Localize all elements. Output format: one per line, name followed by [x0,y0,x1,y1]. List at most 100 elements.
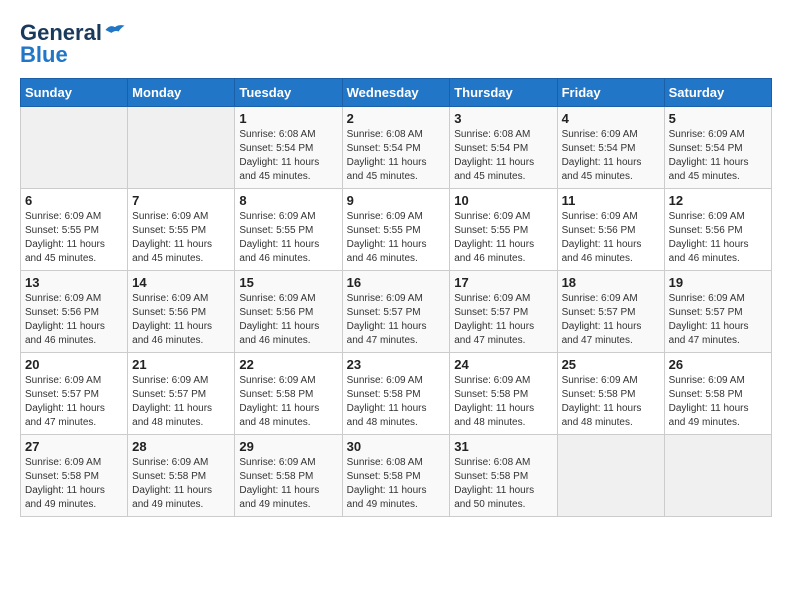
day-number: 7 [132,193,230,208]
day-info-text: Sunset: 5:54 PM [562,142,660,156]
weekday-header-tuesday: Tuesday [235,79,342,107]
day-info-text: Sunrise: 6:09 AM [669,374,767,388]
day-info-text: Sunset: 5:57 PM [132,388,230,402]
calendar-cell: 21Sunrise: 6:09 AMSunset: 5:57 PMDayligh… [128,353,235,435]
day-number: 8 [239,193,337,208]
day-number: 11 [562,193,660,208]
day-info-text: Sunset: 5:56 PM [132,306,230,320]
day-number: 12 [669,193,767,208]
day-number: 10 [454,193,552,208]
day-info-text: Sunset: 5:58 PM [132,470,230,484]
day-info-text: Sunrise: 6:09 AM [25,210,123,224]
day-info-text: Sunset: 5:57 PM [25,388,123,402]
day-number: 21 [132,357,230,372]
calendar-cell: 24Sunrise: 6:09 AMSunset: 5:58 PMDayligh… [450,353,557,435]
calendar-cell: 15Sunrise: 6:09 AMSunset: 5:56 PMDayligh… [235,271,342,353]
day-info-text: Sunset: 5:54 PM [239,142,337,156]
day-number: 17 [454,275,552,290]
calendar-cell: 18Sunrise: 6:09 AMSunset: 5:57 PMDayligh… [557,271,664,353]
day-number: 3 [454,111,552,126]
calendar-cell: 7Sunrise: 6:09 AMSunset: 5:55 PMDaylight… [128,189,235,271]
day-info-text: Sunrise: 6:09 AM [132,374,230,388]
day-info-text: Daylight: 11 hours and 49 minutes. [132,484,230,512]
calendar-cell: 8Sunrise: 6:09 AMSunset: 5:55 PMDaylight… [235,189,342,271]
day-number: 25 [562,357,660,372]
day-info-text: Daylight: 11 hours and 48 minutes. [239,402,337,430]
calendar-cell: 16Sunrise: 6:09 AMSunset: 5:57 PMDayligh… [342,271,450,353]
day-number: 22 [239,357,337,372]
day-info-text: Daylight: 11 hours and 47 minutes. [25,402,123,430]
calendar-week-row: 20Sunrise: 6:09 AMSunset: 5:57 PMDayligh… [21,353,772,435]
weekday-header-wednesday: Wednesday [342,79,450,107]
day-info-text: Sunset: 5:55 PM [454,224,552,238]
calendar-cell: 23Sunrise: 6:09 AMSunset: 5:58 PMDayligh… [342,353,450,435]
day-info-text: Sunset: 5:58 PM [454,388,552,402]
day-info-text: Daylight: 11 hours and 48 minutes. [347,402,446,430]
day-info-text: Sunrise: 6:09 AM [239,292,337,306]
day-info-text: Sunrise: 6:09 AM [347,210,446,224]
day-info-text: Sunset: 5:57 PM [454,306,552,320]
calendar-cell: 19Sunrise: 6:09 AMSunset: 5:57 PMDayligh… [664,271,771,353]
calendar-cell [557,435,664,517]
day-info-text: Sunrise: 6:09 AM [347,292,446,306]
day-info-text: Sunrise: 6:09 AM [669,292,767,306]
calendar-cell: 5Sunrise: 6:09 AMSunset: 5:54 PMDaylight… [664,107,771,189]
day-info-text: Daylight: 11 hours and 49 minutes. [347,484,446,512]
day-info-text: Daylight: 11 hours and 49 minutes. [669,402,767,430]
day-info-text: Sunset: 5:58 PM [347,470,446,484]
calendar-week-row: 27Sunrise: 6:09 AMSunset: 5:58 PMDayligh… [21,435,772,517]
calendar-week-row: 1Sunrise: 6:08 AMSunset: 5:54 PMDaylight… [21,107,772,189]
calendar-cell [664,435,771,517]
day-number: 24 [454,357,552,372]
day-info-text: Sunrise: 6:09 AM [132,456,230,470]
day-info-text: Daylight: 11 hours and 45 minutes. [239,156,337,184]
day-info-text: Sunset: 5:58 PM [25,470,123,484]
calendar-table: SundayMondayTuesdayWednesdayThursdayFrid… [20,78,772,517]
day-info-text: Daylight: 11 hours and 48 minutes. [562,402,660,430]
calendar-cell: 11Sunrise: 6:09 AMSunset: 5:56 PMDayligh… [557,189,664,271]
day-info-text: Daylight: 11 hours and 46 minutes. [347,238,446,266]
day-number: 27 [25,439,123,454]
day-info-text: Sunrise: 6:08 AM [347,456,446,470]
logo: General Blue [20,20,126,68]
day-info-text: Daylight: 11 hours and 46 minutes. [239,320,337,348]
day-info-text: Sunrise: 6:09 AM [347,374,446,388]
day-info-text: Daylight: 11 hours and 49 minutes. [239,484,337,512]
calendar-cell: 27Sunrise: 6:09 AMSunset: 5:58 PMDayligh… [21,435,128,517]
day-info-text: Sunrise: 6:09 AM [239,374,337,388]
day-number: 16 [347,275,446,290]
day-info-text: Sunset: 5:56 PM [25,306,123,320]
day-number: 18 [562,275,660,290]
day-info-text: Sunrise: 6:08 AM [454,456,552,470]
day-info-text: Daylight: 11 hours and 46 minutes. [669,238,767,266]
logo-blue: Blue [20,42,68,68]
day-info-text: Sunrise: 6:09 AM [454,210,552,224]
day-info-text: Daylight: 11 hours and 47 minutes. [347,320,446,348]
day-info-text: Daylight: 11 hours and 47 minutes. [454,320,552,348]
day-info-text: Daylight: 11 hours and 45 minutes. [562,156,660,184]
day-number: 1 [239,111,337,126]
day-info-text: Sunset: 5:58 PM [454,470,552,484]
calendar-cell [21,107,128,189]
day-info-text: Daylight: 11 hours and 45 minutes. [669,156,767,184]
day-info-text: Sunset: 5:58 PM [239,388,337,402]
day-number: 31 [454,439,552,454]
day-number: 2 [347,111,446,126]
day-info-text: Daylight: 11 hours and 45 minutes. [347,156,446,184]
day-info-text: Daylight: 11 hours and 46 minutes. [454,238,552,266]
weekday-header-friday: Friday [557,79,664,107]
day-info-text: Sunset: 5:56 PM [669,224,767,238]
day-number: 23 [347,357,446,372]
calendar-cell: 28Sunrise: 6:09 AMSunset: 5:58 PMDayligh… [128,435,235,517]
day-number: 19 [669,275,767,290]
day-info-text: Sunset: 5:57 PM [669,306,767,320]
calendar-cell: 30Sunrise: 6:08 AMSunset: 5:58 PMDayligh… [342,435,450,517]
day-number: 5 [669,111,767,126]
day-info-text: Sunrise: 6:09 AM [669,128,767,142]
calendar-cell: 3Sunrise: 6:08 AMSunset: 5:54 PMDaylight… [450,107,557,189]
day-info-text: Sunrise: 6:09 AM [562,210,660,224]
day-info-text: Daylight: 11 hours and 49 minutes. [25,484,123,512]
day-info-text: Sunrise: 6:09 AM [239,456,337,470]
calendar-cell: 9Sunrise: 6:09 AMSunset: 5:55 PMDaylight… [342,189,450,271]
day-info-text: Sunrise: 6:09 AM [562,292,660,306]
